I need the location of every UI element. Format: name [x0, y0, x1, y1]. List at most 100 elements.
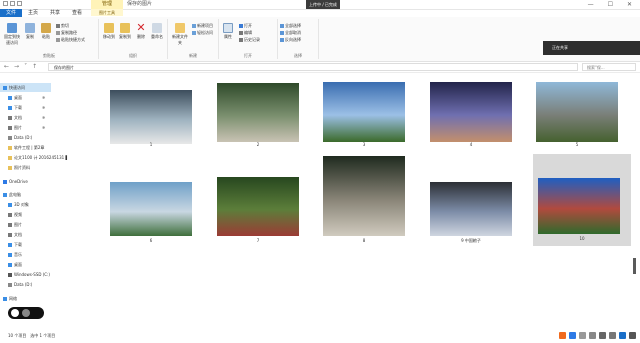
sidebar-item-label: OneDrive	[9, 179, 28, 184]
copy-button[interactable]: 复制	[24, 23, 36, 40]
pin-icon: ✱	[42, 125, 46, 130]
sidebar-item[interactable]: 音乐	[0, 250, 56, 259]
select-all-button[interactable]: 全部选择	[280, 23, 301, 29]
tab-home[interactable]: 主页	[22, 9, 44, 17]
file-thumbnail[interactable]: 2	[217, 83, 299, 152]
microphone-icon[interactable]	[589, 332, 596, 339]
moon-icon[interactable]	[579, 332, 586, 339]
edit-button[interactable]: 编辑	[239, 30, 252, 36]
sidebar-item[interactable]: 图片	[0, 220, 56, 229]
up-arrow-icon[interactable]: ↑	[32, 63, 37, 70]
pin-button[interactable]: 固定到快速访问	[4, 23, 20, 46]
sidebar-item[interactable]: OneDrive	[0, 177, 51, 186]
tab-file[interactable]: 文件	[0, 9, 23, 17]
file-thumbnail[interactable]: 4	[430, 82, 512, 152]
sidebar-item[interactable]: 下载	[0, 103, 56, 112]
folder-icon	[8, 136, 12, 140]
invert-selection-button[interactable]: 反向选择	[280, 37, 301, 43]
easy-access-button[interactable]: 轻松访问	[192, 30, 213, 36]
new-folder-button[interactable]: 新建文件夹	[172, 23, 188, 46]
sidebar-item[interactable]: 此电脑	[0, 190, 51, 199]
sidebar-item[interactable]: Windows-SSD (C:)	[0, 270, 56, 279]
paste-button[interactable]: 粘贴	[40, 23, 52, 40]
sidebar-item[interactable]: 3D 对象	[0, 200, 56, 209]
cut-button[interactable]: 剪切	[56, 23, 69, 29]
properties-button[interactable]: 属性	[222, 23, 234, 40]
delete-icon: ✕	[136, 21, 146, 34]
sidebar-item[interactable]: 文档	[0, 113, 56, 122]
file-name: 6	[149, 238, 153, 243]
view-thumbnails-icon[interactable]	[629, 332, 636, 339]
copy-path-button[interactable]: 复制路径	[56, 30, 77, 36]
search-input[interactable]: 搜索"保...	[582, 63, 636, 71]
scissors-icon	[56, 24, 60, 28]
sidebar-item[interactable]: 视频	[0, 210, 56, 219]
file-thumbnail[interactable]: 3	[323, 82, 405, 152]
open-button[interactable]: 打开	[239, 23, 252, 29]
edit-icon	[239, 31, 243, 35]
delete-button[interactable]: ✕ 删除	[135, 21, 147, 40]
back-arrow-icon[interactable]: ←	[4, 63, 9, 70]
invert-selection-icon	[280, 38, 284, 42]
new-folder-icon	[175, 23, 185, 33]
photo-image	[430, 82, 512, 142]
dropdown-icon[interactable]	[17, 1, 22, 6]
settings-icon[interactable]	[609, 332, 616, 339]
sidebar-item[interactable]: 文档	[0, 230, 56, 239]
sidebar-item[interactable]: 论文1100 计 2016245131 ▌	[0, 153, 69, 162]
recent-dropdown-icon[interactable]: ˅	[24, 63, 27, 70]
language-icon[interactable]	[569, 332, 576, 339]
properties-icon	[223, 23, 233, 33]
folder-move-icon	[104, 23, 114, 33]
tab-view[interactable]: 查看	[66, 9, 88, 17]
file-thumbnail[interactable]: 5	[536, 82, 618, 152]
vertical-scrollbar[interactable]	[633, 258, 636, 274]
select-all-icon	[280, 24, 284, 28]
rename-button[interactable]: 重命名	[150, 23, 164, 40]
close-button[interactable]: ✕	[627, 1, 632, 8]
sidebar-item[interactable]: 照片资料	[0, 163, 56, 172]
sidebar-item-label: 桌面	[14, 262, 22, 267]
sidebar-item[interactable]: 软件工程 | 第2章	[0, 143, 56, 152]
history-button[interactable]: 历史记录	[239, 37, 260, 43]
folder-icon	[3, 180, 7, 184]
paste-shortcut-button[interactable]: 粘贴快捷方式	[56, 37, 85, 43]
view-details-icon[interactable]	[619, 332, 626, 339]
sidebar-item[interactable]: 桌面	[0, 93, 56, 102]
forward-arrow-icon[interactable]: →	[14, 63, 19, 70]
file-thumbnail[interactable]: 1	[110, 90, 192, 152]
file-thumbnail[interactable]: 10	[533, 154, 631, 246]
context-tab-manage[interactable]: 管理	[91, 0, 123, 9]
sidebar-item[interactable]: Data (D:)	[0, 280, 56, 289]
system-tray	[559, 332, 636, 339]
minimize-button[interactable]: —	[588, 1, 594, 8]
tab-share[interactable]: 共享	[44, 9, 66, 17]
sidebar-item[interactable]: 快速访问	[0, 83, 51, 92]
file-thumbnail[interactable]: 9 中国粮子	[430, 182, 512, 248]
sidebar-item[interactable]: 图片	[0, 123, 56, 132]
move-to-button[interactable]: 移动到	[102, 23, 116, 40]
folder-icon	[3, 86, 7, 90]
new-item-button[interactable]: 新建项目	[192, 23, 213, 29]
address-bar[interactable]: 保存的图片	[48, 63, 578, 71]
input-method-icon[interactable]	[559, 332, 566, 339]
sidebar-item-label: 文档	[14, 232, 22, 237]
copy-to-button[interactable]: 复制到	[118, 23, 132, 40]
sidebar-item[interactable]: 网络	[0, 294, 51, 303]
folder-icon[interactable]	[3, 1, 8, 6]
floating-assistant[interactable]	[8, 307, 44, 319]
select-none-button[interactable]: 全部取消	[280, 30, 301, 36]
file-name: 9 中国粮子	[461, 238, 481, 243]
file-thumbnail[interactable]: 7	[217, 177, 299, 248]
save-icon[interactable]	[10, 1, 15, 6]
folder-icon	[8, 166, 12, 170]
status-bar: 10 个项目 选中 1 个项目	[0, 331, 640, 343]
file-thumbnail[interactable]: 8	[323, 156, 405, 248]
keyboard-icon[interactable]	[599, 332, 606, 339]
maximize-button[interactable]: ☐	[608, 1, 613, 8]
file-thumbnail[interactable]: 6	[110, 182, 192, 248]
sidebar-item[interactable]: Data (D:)	[0, 133, 56, 142]
sidebar-item[interactable]: 下载	[0, 240, 56, 249]
easy-access-icon	[192, 31, 196, 35]
sidebar-item[interactable]: 桌面	[0, 260, 56, 269]
